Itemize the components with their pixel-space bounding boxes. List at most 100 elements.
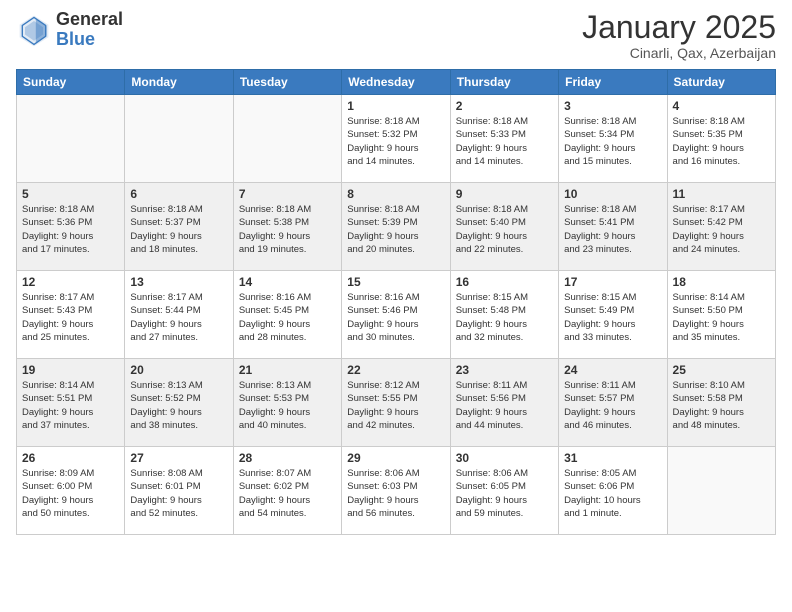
- day-info: Sunrise: 8:10 AM Sunset: 5:58 PM Dayligh…: [673, 379, 770, 432]
- day-info: Sunrise: 8:14 AM Sunset: 5:51 PM Dayligh…: [22, 379, 119, 432]
- day-number: 16: [456, 275, 553, 289]
- logo-blue: Blue: [56, 29, 95, 49]
- logo-text: General Blue: [56, 10, 123, 50]
- logo-icon: [16, 12, 52, 48]
- day-number: 28: [239, 451, 336, 465]
- day-number: 6: [130, 187, 227, 201]
- calendar-cell: 19Sunrise: 8:14 AM Sunset: 5:51 PM Dayli…: [17, 359, 125, 447]
- calendar-cell: 27Sunrise: 8:08 AM Sunset: 6:01 PM Dayli…: [125, 447, 233, 535]
- day-info: Sunrise: 8:14 AM Sunset: 5:50 PM Dayligh…: [673, 291, 770, 344]
- calendar-week-row: 5 Sunrise: 8:18 AM Sunset: 5:36 PM Daylig…: [17, 183, 776, 271]
- calendar-cell: [233, 95, 341, 183]
- calendar-cell: 10Sunrise: 8:18 AM Sunset: 5:41 PM Dayli…: [559, 183, 667, 271]
- day-number: 30: [456, 451, 553, 465]
- calendar-cell: 12 Sunrise: 8:17 AM Sunset: 5:43 PM Dayli…: [17, 271, 125, 359]
- calendar-cell: [17, 95, 125, 183]
- day-number: 5: [22, 187, 119, 201]
- day-info: Sunrise: 8:18 AM Sunset: 5:40 PM Dayligh…: [456, 203, 553, 256]
- day-number: 3: [564, 99, 661, 113]
- location-title: Cinarli, Qax, Azerbaijan: [582, 45, 776, 61]
- calendar-cell: 22 Sunrise: 8:12 AM Sunset: 5:55 PM Dayli…: [342, 359, 450, 447]
- calendar-cell: 16 Sunrise: 8:15 AM Sunset: 5:48 PM Dayli…: [450, 271, 558, 359]
- calendar-cell: 30 Sunrise: 8:06 AM Sunset: 6:05 PM Dayli…: [450, 447, 558, 535]
- calendar-cell: 4Sunrise: 8:18 AM Sunset: 5:35 PM Daylig…: [667, 95, 775, 183]
- day-number: 22: [347, 363, 444, 377]
- day-number: 15: [347, 275, 444, 289]
- day-info: Sunrise: 8:18 AM Sunset: 5:38 PM Dayligh…: [239, 203, 336, 256]
- calendar-cell: [667, 447, 775, 535]
- logo-general: General: [56, 9, 123, 29]
- calendar-cell: 23 Sunrise: 8:11 AM Sunset: 5:56 PM Dayli…: [450, 359, 558, 447]
- day-info: Sunrise: 8:05 AM Sunset: 6:06 PM Dayligh…: [564, 467, 661, 520]
- calendar-week-row: 1Sunrise: 8:18 AM Sunset: 5:32 PM Daylig…: [17, 95, 776, 183]
- day-number: 9: [456, 187, 553, 201]
- calendar-week-row: 19Sunrise: 8:14 AM Sunset: 5:51 PM Dayli…: [17, 359, 776, 447]
- day-number: 18: [673, 275, 770, 289]
- day-number: 11: [673, 187, 770, 201]
- day-info: Sunrise: 8:11 AM Sunset: 5:56 PM Dayligh…: [456, 379, 553, 432]
- weekday-header-saturday: Saturday: [667, 70, 775, 95]
- calendar-cell: 24 Sunrise: 8:11 AM Sunset: 5:57 PM Dayli…: [559, 359, 667, 447]
- day-number: 13: [130, 275, 227, 289]
- day-info: Sunrise: 8:13 AM Sunset: 5:53 PM Dayligh…: [239, 379, 336, 432]
- calendar-cell: 26 Sunrise: 8:09 AM Sunset: 6:00 PM Dayli…: [17, 447, 125, 535]
- header: General Blue January 2025 Cinarli, Qax, …: [16, 10, 776, 61]
- day-info: Sunrise: 8:18 AM Sunset: 5:34 PM Dayligh…: [564, 115, 661, 168]
- calendar-cell: 17 Sunrise: 8:15 AM Sunset: 5:49 PM Dayli…: [559, 271, 667, 359]
- calendar-cell: 11 Sunrise: 8:17 AM Sunset: 5:42 PM Dayli…: [667, 183, 775, 271]
- day-number: 2: [456, 99, 553, 113]
- calendar-cell: 6 Sunrise: 8:18 AM Sunset: 5:37 PM Daylig…: [125, 183, 233, 271]
- calendar-week-row: 26 Sunrise: 8:09 AM Sunset: 6:00 PM Dayli…: [17, 447, 776, 535]
- calendar-cell: 25Sunrise: 8:10 AM Sunset: 5:58 PM Dayli…: [667, 359, 775, 447]
- weekday-header-tuesday: Tuesday: [233, 70, 341, 95]
- day-number: 29: [347, 451, 444, 465]
- day-info: Sunrise: 8:09 AM Sunset: 6:00 PM Dayligh…: [22, 467, 119, 520]
- calendar-cell: 21Sunrise: 8:13 AM Sunset: 5:53 PM Dayli…: [233, 359, 341, 447]
- day-info: Sunrise: 8:18 AM Sunset: 5:36 PM Dayligh…: [22, 203, 119, 256]
- day-info: Sunrise: 8:11 AM Sunset: 5:57 PM Dayligh…: [564, 379, 661, 432]
- day-info: Sunrise: 8:06 AM Sunset: 6:05 PM Dayligh…: [456, 467, 553, 520]
- weekday-header-monday: Monday: [125, 70, 233, 95]
- calendar-cell: 31Sunrise: 8:05 AM Sunset: 6:06 PM Dayli…: [559, 447, 667, 535]
- day-info: Sunrise: 8:18 AM Sunset: 5:33 PM Dayligh…: [456, 115, 553, 168]
- day-number: 24: [564, 363, 661, 377]
- day-info: Sunrise: 8:15 AM Sunset: 5:48 PM Dayligh…: [456, 291, 553, 344]
- day-info: Sunrise: 8:07 AM Sunset: 6:02 PM Dayligh…: [239, 467, 336, 520]
- calendar-cell: [125, 95, 233, 183]
- calendar-cell: 1Sunrise: 8:18 AM Sunset: 5:32 PM Daylig…: [342, 95, 450, 183]
- weekday-header-sunday: Sunday: [17, 70, 125, 95]
- calendar-cell: 29 Sunrise: 8:06 AM Sunset: 6:03 PM Dayli…: [342, 447, 450, 535]
- calendar-cell: 8Sunrise: 8:18 AM Sunset: 5:39 PM Daylig…: [342, 183, 450, 271]
- day-info: Sunrise: 8:15 AM Sunset: 5:49 PM Dayligh…: [564, 291, 661, 344]
- calendar-cell: 3 Sunrise: 8:18 AM Sunset: 5:34 PM Daylig…: [559, 95, 667, 183]
- day-number: 7: [239, 187, 336, 201]
- calendar-cell: 15 Sunrise: 8:16 AM Sunset: 5:46 PM Dayli…: [342, 271, 450, 359]
- day-info: Sunrise: 8:12 AM Sunset: 5:55 PM Dayligh…: [347, 379, 444, 432]
- day-number: 26: [22, 451, 119, 465]
- day-info: Sunrise: 8:08 AM Sunset: 6:01 PM Dayligh…: [130, 467, 227, 520]
- calendar-table: SundayMondayTuesdayWednesdayThursdayFrid…: [16, 69, 776, 535]
- calendar-cell: 20 Sunrise: 8:13 AM Sunset: 5:52 PM Dayli…: [125, 359, 233, 447]
- day-number: 17: [564, 275, 661, 289]
- day-info: Sunrise: 8:13 AM Sunset: 5:52 PM Dayligh…: [130, 379, 227, 432]
- day-number: 10: [564, 187, 661, 201]
- weekday-header-row: SundayMondayTuesdayWednesdayThursdayFrid…: [17, 70, 776, 95]
- day-info: Sunrise: 8:17 AM Sunset: 5:43 PM Dayligh…: [22, 291, 119, 344]
- weekday-header-friday: Friday: [559, 70, 667, 95]
- calendar-cell: 2 Sunrise: 8:18 AM Sunset: 5:33 PM Daylig…: [450, 95, 558, 183]
- day-number: 14: [239, 275, 336, 289]
- day-info: Sunrise: 8:16 AM Sunset: 5:46 PM Dayligh…: [347, 291, 444, 344]
- page: General Blue January 2025 Cinarli, Qax, …: [0, 0, 792, 612]
- day-info: Sunrise: 8:17 AM Sunset: 5:42 PM Dayligh…: [673, 203, 770, 256]
- calendar-week-row: 12 Sunrise: 8:17 AM Sunset: 5:43 PM Dayli…: [17, 271, 776, 359]
- calendar-cell: 13Sunrise: 8:17 AM Sunset: 5:44 PM Dayli…: [125, 271, 233, 359]
- day-info: Sunrise: 8:18 AM Sunset: 5:37 PM Dayligh…: [130, 203, 227, 256]
- calendar-cell: 5 Sunrise: 8:18 AM Sunset: 5:36 PM Daylig…: [17, 183, 125, 271]
- day-number: 20: [130, 363, 227, 377]
- day-number: 23: [456, 363, 553, 377]
- day-info: Sunrise: 8:06 AM Sunset: 6:03 PM Dayligh…: [347, 467, 444, 520]
- day-number: 12: [22, 275, 119, 289]
- calendar-cell: 18 Sunrise: 8:14 AM Sunset: 5:50 PM Dayli…: [667, 271, 775, 359]
- month-title: January 2025: [582, 10, 776, 45]
- day-info: Sunrise: 8:18 AM Sunset: 5:39 PM Dayligh…: [347, 203, 444, 256]
